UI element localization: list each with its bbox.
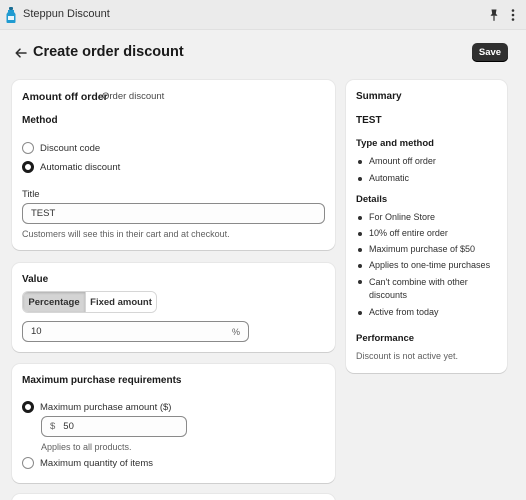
app-bar: Steppun Discount: [0, 0, 526, 30]
radio-label: Maximum purchase amount ($): [40, 402, 172, 413]
max-purchase-card: Maximum purchase requirements Maximum pu…: [12, 364, 335, 483]
max-amount-value: 50: [63, 421, 74, 432]
radio-button[interactable]: [22, 457, 34, 469]
title-input[interactable]: TEST: [22, 203, 325, 224]
list-item: 10% off entire order: [356, 228, 501, 239]
method-label: Method: [22, 115, 58, 126]
page-title: Create order discount: [33, 44, 184, 60]
list-item: For Online Store: [356, 212, 501, 223]
tab-percentage[interactable]: Percentage: [23, 292, 86, 312]
value-type-toggle: Percentage Fixed amount: [22, 291, 157, 313]
summary-title: Summary: [356, 91, 402, 102]
list-item: Automatic: [356, 173, 501, 184]
next-card: [12, 494, 335, 500]
app-bottle-icon: [6, 7, 16, 23]
save-button[interactable]: Save: [472, 43, 508, 62]
type-method-heading: Type and method: [356, 138, 434, 149]
arrow-left-icon: [15, 48, 27, 58]
amount-off-order-card: Amount off order Order discount Method D…: [12, 80, 335, 250]
radio-button[interactable]: [22, 142, 34, 154]
title-field-label: Title: [22, 189, 40, 200]
card-subtitle: Order discount: [102, 91, 165, 102]
performance-heading: Performance: [356, 333, 415, 344]
radio-label: Maximum quantity of items: [40, 458, 153, 469]
list-item: Maximum purchase of $50: [356, 244, 501, 255]
radio-label: Discount code: [40, 143, 101, 154]
max-amount-input[interactable]: $ 50: [41, 416, 187, 437]
performance-text: Discount is not active yet.: [356, 351, 459, 361]
details-heading: Details: [356, 194, 388, 205]
dollar-prefix: $: [50, 421, 56, 432]
amount-help-text: Applies to all products.: [41, 442, 132, 452]
app-name: Steppun Discount: [23, 8, 110, 20]
percent-suffix: %: [231, 327, 240, 337]
pin-icon[interactable]: [489, 9, 499, 21]
list-item: Applies to one-time purchases: [356, 260, 501, 271]
radio-button[interactable]: [22, 161, 34, 173]
list-item: Active from today: [356, 307, 501, 318]
radio-button[interactable]: [22, 401, 34, 413]
card-title: Amount off order: [22, 91, 108, 103]
list-item: Can't combine with other discounts: [356, 276, 501, 302]
details-list: For Online Store 10% off entire order Ma…: [356, 212, 501, 318]
radio-max-purchase-amount[interactable]: Maximum purchase amount ($): [22, 401, 192, 415]
value-input[interactable]: 10 %: [22, 321, 249, 342]
type-method-list: Amount off order Automatic: [356, 156, 501, 184]
radio-automatic-discount[interactable]: Automatic discount: [22, 161, 162, 175]
summary-code: TEST: [356, 115, 382, 126]
title-help-text: Customers will see this in their cart an…: [22, 229, 230, 239]
value-input-text: 10: [31, 326, 42, 337]
tab-fixed-amount[interactable]: Fixed amount: [85, 292, 156, 312]
value-card: Value Percentage Fixed amount 10 %: [12, 263, 335, 352]
radio-label: Automatic discount: [40, 162, 121, 173]
radio-discount-code[interactable]: Discount code: [22, 142, 142, 156]
card-title: Value: [22, 274, 49, 285]
more-vertical-icon[interactable]: [509, 8, 517, 22]
list-item: Amount off order: [356, 156, 501, 167]
card-title: Maximum purchase requirements: [22, 375, 182, 386]
back-button[interactable]: [12, 45, 30, 61]
radio-max-quantity[interactable]: Maximum quantity of items: [22, 457, 182, 471]
summary-card: Summary TEST Type and method Amount off …: [346, 80, 507, 373]
